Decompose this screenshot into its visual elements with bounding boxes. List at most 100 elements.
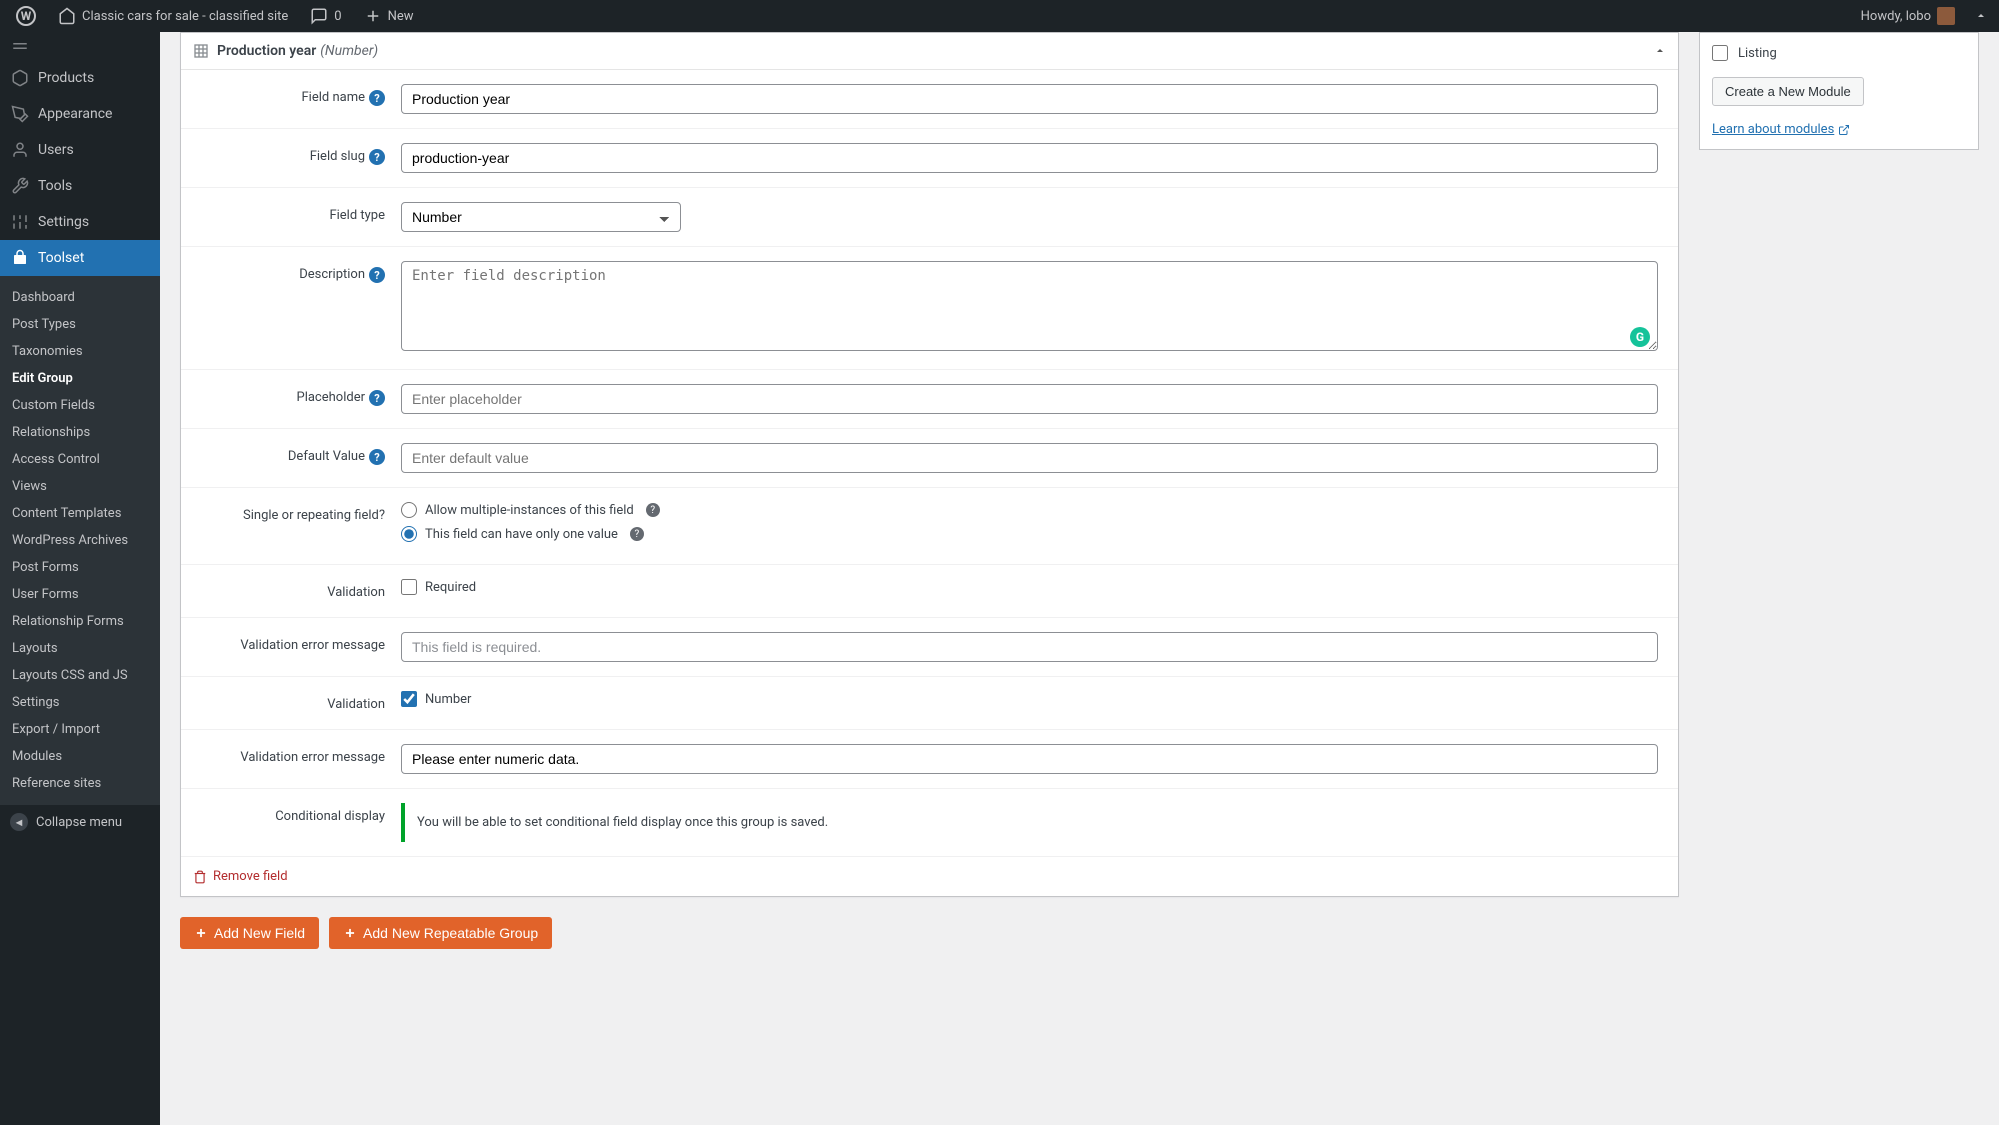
field-postbox: Production year (Number) Field name? Fie… bbox=[180, 32, 1679, 897]
help-icon[interactable]: ? bbox=[630, 527, 644, 541]
box-icon bbox=[10, 68, 30, 88]
help-icon[interactable]: ? bbox=[369, 90, 385, 106]
new-content-link[interactable]: New bbox=[356, 0, 422, 32]
field-type-badge: (Number) bbox=[320, 43, 378, 59]
field-slug-label: Field slug bbox=[310, 149, 365, 164]
sidebar-item-tools[interactable]: Tools bbox=[0, 168, 160, 204]
submenu-modules[interactable]: Modules bbox=[0, 743, 160, 770]
number-checkbox[interactable] bbox=[401, 691, 417, 707]
site-home-link[interactable]: Classic cars for sale - classified site bbox=[50, 0, 296, 32]
number-error-input[interactable] bbox=[401, 744, 1658, 774]
submenu-export-import[interactable]: Export / Import bbox=[0, 716, 160, 743]
toolset-submenu: Dashboard Post Types Taxonomies Edit Gro… bbox=[0, 276, 160, 805]
trash-icon bbox=[193, 870, 207, 884]
submenu-custom-fields[interactable]: Custom Fields bbox=[0, 392, 160, 419]
modules-box: Listing Create a New Module Learn about … bbox=[1699, 32, 1979, 150]
create-module-button[interactable]: Create a New Module bbox=[1712, 77, 1864, 106]
submenu-wp-archives[interactable]: WordPress Archives bbox=[0, 527, 160, 554]
remove-field-button[interactable]: Remove field bbox=[181, 857, 1678, 896]
allow-multiple-radio[interactable] bbox=[401, 502, 417, 518]
sidebar-item-products[interactable]: Products bbox=[0, 60, 160, 96]
sliders-icon bbox=[10, 212, 30, 232]
field-type-select[interactable]: Number bbox=[401, 202, 681, 232]
required-label: Required bbox=[425, 580, 476, 595]
required-checkbox[interactable] bbox=[401, 579, 417, 595]
comments-count: 0 bbox=[334, 9, 341, 24]
add-new-field-button[interactable]: Add New Field bbox=[180, 917, 319, 949]
field-type-label: Field type bbox=[329, 208, 385, 223]
submenu-post-forms[interactable]: Post Forms bbox=[0, 554, 160, 581]
chevron-up-icon bbox=[1654, 45, 1666, 57]
collapse-label: Collapse menu bbox=[36, 815, 122, 830]
collapse-menu-button[interactable]: ◄ Collapse menu bbox=[0, 805, 160, 839]
help-icon[interactable]: ? bbox=[369, 390, 385, 406]
brush-icon bbox=[10, 104, 30, 124]
sidebar-item-label: Users bbox=[38, 142, 74, 158]
field-name-input[interactable] bbox=[401, 84, 1658, 114]
description-textarea[interactable] bbox=[401, 261, 1658, 351]
submenu-views[interactable]: Views bbox=[0, 473, 160, 500]
add-group-label: Add New Repeatable Group bbox=[363, 925, 538, 941]
user-account-link[interactable]: Howdy, lobo bbox=[1853, 0, 1963, 32]
plus-icon bbox=[194, 926, 208, 940]
sidebar-item-appearance[interactable]: Appearance bbox=[0, 96, 160, 132]
sidebar-item-continue[interactable] bbox=[0, 32, 160, 60]
sidebar-item-toolset[interactable]: Toolset bbox=[0, 240, 160, 276]
help-icon[interactable]: ? bbox=[646, 503, 660, 517]
number-label: Number bbox=[425, 692, 471, 707]
sidebar-item-label: Tools bbox=[38, 178, 72, 194]
submenu-edit-group[interactable]: Edit Group bbox=[0, 365, 160, 392]
add-field-label: Add New Field bbox=[214, 925, 305, 941]
wp-logo[interactable]: W bbox=[8, 0, 44, 32]
default-value-input[interactable] bbox=[401, 443, 1658, 473]
help-icon[interactable]: ? bbox=[369, 267, 385, 283]
required-error-input[interactable] bbox=[401, 632, 1658, 662]
submenu-reference-sites[interactable]: Reference sites bbox=[0, 770, 160, 797]
conditional-notice: You will be able to set conditional fiel… bbox=[401, 803, 1658, 842]
single-repeating-label: Single or repeating field? bbox=[243, 508, 385, 523]
learn-modules-link[interactable]: Learn about modules bbox=[1712, 122, 1850, 137]
help-icon[interactable]: ? bbox=[369, 149, 385, 165]
comments-link[interactable]: 0 bbox=[302, 0, 349, 32]
listing-checkbox[interactable] bbox=[1712, 45, 1728, 61]
submenu-access-control[interactable]: Access Control bbox=[0, 446, 160, 473]
submenu-post-types[interactable]: Post Types bbox=[0, 311, 160, 338]
conditional-display-label: Conditional display bbox=[275, 809, 385, 824]
sidebar-item-users[interactable]: Users bbox=[0, 132, 160, 168]
new-label: New bbox=[388, 9, 414, 24]
submenu-taxonomies[interactable]: Taxonomies bbox=[0, 338, 160, 365]
submenu-relationships[interactable]: Relationships bbox=[0, 419, 160, 446]
chevron-up-icon bbox=[1975, 10, 1987, 22]
field-title: Production year bbox=[217, 43, 316, 59]
submenu-layouts-css-js[interactable]: Layouts CSS and JS bbox=[0, 662, 160, 689]
grammarly-icon[interactable]: G bbox=[1630, 327, 1650, 347]
help-icon[interactable]: ? bbox=[369, 449, 385, 465]
add-repeatable-group-button[interactable]: Add New Repeatable Group bbox=[329, 917, 552, 949]
learn-label: Learn about modules bbox=[1712, 122, 1834, 137]
collapse-adminbar[interactable] bbox=[1971, 0, 1991, 32]
submenu-dashboard[interactable]: Dashboard bbox=[0, 284, 160, 311]
avatar bbox=[1937, 7, 1955, 25]
field-slug-input[interactable] bbox=[401, 143, 1658, 173]
submenu-user-forms[interactable]: User Forms bbox=[0, 581, 160, 608]
comment-icon bbox=[310, 7, 328, 25]
collapse-toggle[interactable] bbox=[1654, 45, 1666, 57]
sidebar-item-settings[interactable]: Settings bbox=[0, 204, 160, 240]
submenu-content-templates[interactable]: Content Templates bbox=[0, 500, 160, 527]
external-link-icon bbox=[1838, 124, 1850, 136]
submenu-settings[interactable]: Settings bbox=[0, 689, 160, 716]
single-value-radio[interactable] bbox=[401, 526, 417, 542]
description-label: Description bbox=[299, 267, 365, 282]
admin-bar: W Classic cars for sale - classified sit… bbox=[0, 0, 1999, 32]
validation-error-label: Validation error message bbox=[240, 750, 385, 765]
validation-label: Validation bbox=[327, 697, 385, 712]
single-value-label: This field can have only one value bbox=[425, 527, 618, 542]
submenu-relationship-forms[interactable]: Relationship Forms bbox=[0, 608, 160, 635]
table-icon bbox=[193, 43, 209, 59]
plus-icon bbox=[343, 926, 357, 940]
placeholder-input[interactable] bbox=[401, 384, 1658, 414]
allow-multiple-label: Allow multiple-instances of this field bbox=[425, 503, 634, 518]
submenu-layouts[interactable]: Layouts bbox=[0, 635, 160, 662]
field-postbox-header[interactable]: Production year (Number) bbox=[181, 33, 1678, 70]
plus-icon bbox=[364, 7, 382, 25]
